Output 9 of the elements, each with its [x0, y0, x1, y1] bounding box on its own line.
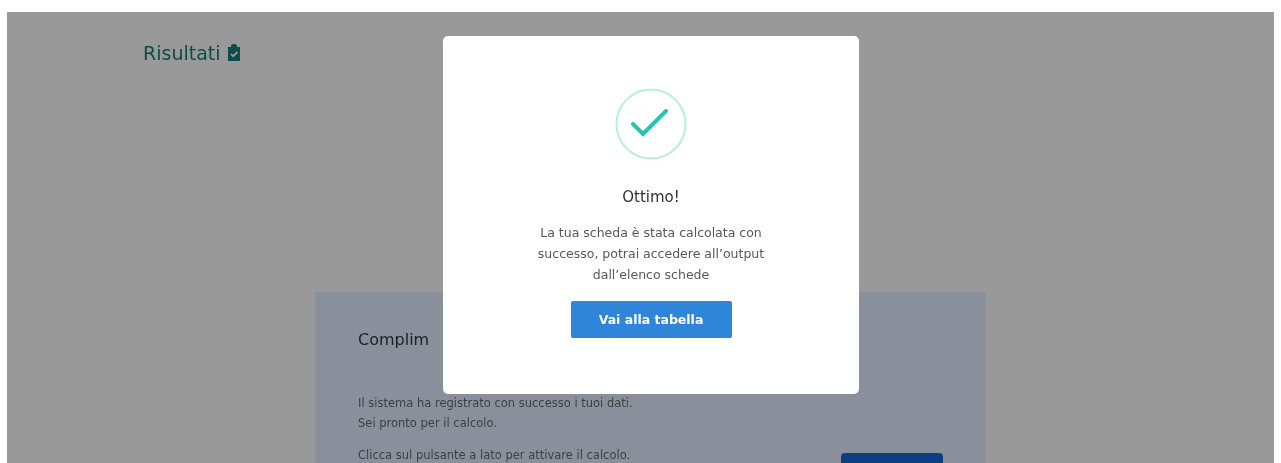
card-heading: Complim: [358, 330, 430, 349]
card-text: Clicca sul pulsante a lato per attivare il calcolo.: [358, 447, 631, 463]
checkmark-icon: [615, 88, 687, 160]
page-title: Risultati: [143, 42, 221, 64]
clipboard-check-icon: [226, 44, 241, 62]
card-text: Sei pronto per il calcolo.: [358, 415, 497, 432]
go-to-table-button[interactable]: Vai alla tabella: [570, 301, 732, 338]
dialog-title: Ottimo!: [622, 188, 680, 206]
dialog-message: La tua scheda è stata calcolata con successo, potrai accedere all’output dall’elenco schede: [536, 224, 766, 284]
